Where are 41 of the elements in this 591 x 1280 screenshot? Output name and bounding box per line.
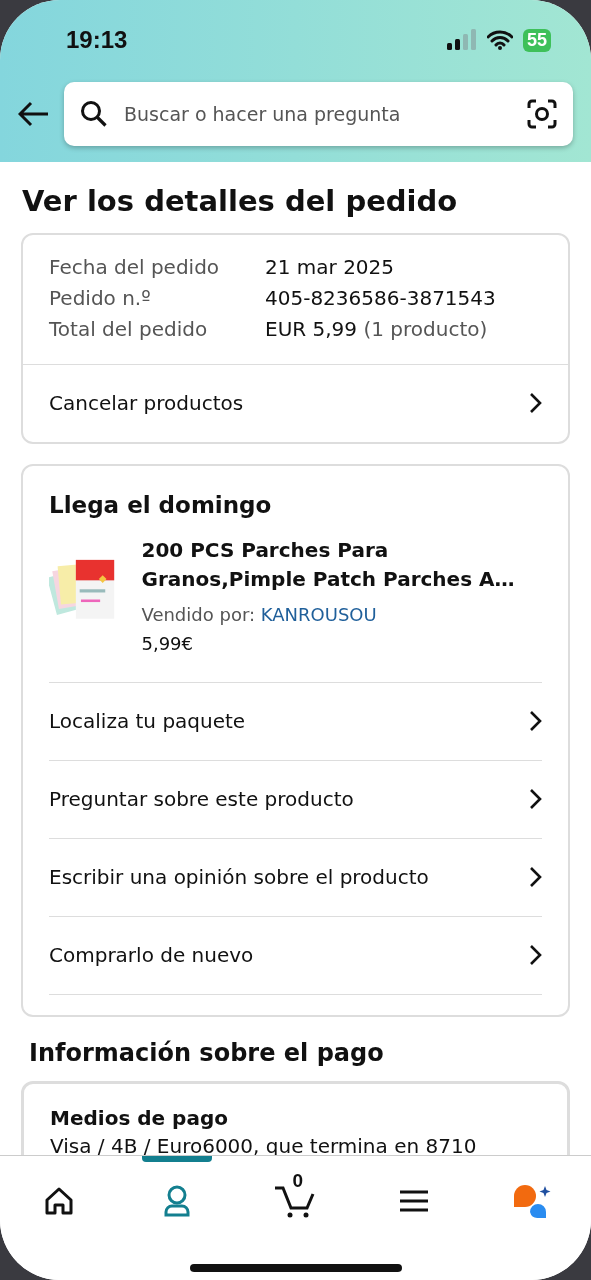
page-title: Ver los detalles del pedido — [22, 184, 459, 218]
status-time: 19:13 — [66, 26, 128, 54]
delivery-heading: Llega el domingo — [49, 492, 273, 518]
payment-method: Visa / 4B / Euro6000, que termina en 8710 — [50, 1134, 478, 1158]
item-count: (1 producto) — [363, 317, 488, 341]
chevron-right-icon — [528, 944, 542, 966]
chevron-right-icon — [528, 392, 542, 414]
chevron-right-icon — [528, 710, 542, 732]
signal-icon — [446, 29, 477, 51]
action-row[interactable]: Escribir una opinión sobre el producto — [49, 839, 542, 916]
menu-icon — [398, 1190, 429, 1212]
field-value: EUR 5,99 — [265, 317, 358, 341]
person-icon — [163, 1185, 192, 1217]
search-field[interactable]: Buscar o hacer una pregunta — [64, 82, 573, 146]
seller-text: Vendido por: KANROUSOU — [141, 604, 378, 625]
camera-scan-icon[interactable] — [527, 99, 557, 129]
product-price: 5,99€ — [141, 633, 194, 654]
home-icon — [44, 1187, 75, 1215]
search-icon — [80, 100, 108, 128]
chat-bubbles-icon — [511, 1184, 552, 1218]
field-value: 21 mar 2025 — [265, 255, 395, 279]
seller-link[interactable]: KANROUSOU — [260, 604, 377, 625]
section-heading: Información sobre el pago — [29, 1039, 385, 1067]
action-row[interactable]: Comprarlo de nuevo — [49, 917, 542, 994]
action-row[interactable]: Preguntar sobre este producto — [49, 761, 542, 838]
nav-tab[interactable]: 0 — [260, 1156, 331, 1232]
field-label: Fecha del pedido — [49, 255, 221, 280]
field-label: Total del pedido — [49, 317, 209, 342]
payment-title: Medios de pago — [50, 1106, 229, 1130]
chevron-right-icon — [528, 788, 542, 810]
battery-level: 55 — [522, 28, 551, 52]
field-value: 405-8236586-3871543 — [265, 286, 496, 310]
cart-count: 0 — [292, 1170, 304, 1192]
field-label: Pedido n.º — [49, 286, 152, 311]
action-row[interactable]: Localiza tu paquete — [49, 683, 542, 760]
wifi-icon — [486, 30, 513, 50]
product-title[interactable]: 200 PCS Parches Para Granos,Pimple Patch Parches A… — [141, 536, 542, 594]
cancel-products-row[interactable]: Cancelar productos — [23, 365, 568, 442]
search-input[interactable]: Buscar o hacer una pregunta — [122, 102, 513, 126]
back-arrow-icon[interactable] — [18, 101, 50, 127]
chevron-right-icon — [528, 866, 542, 888]
